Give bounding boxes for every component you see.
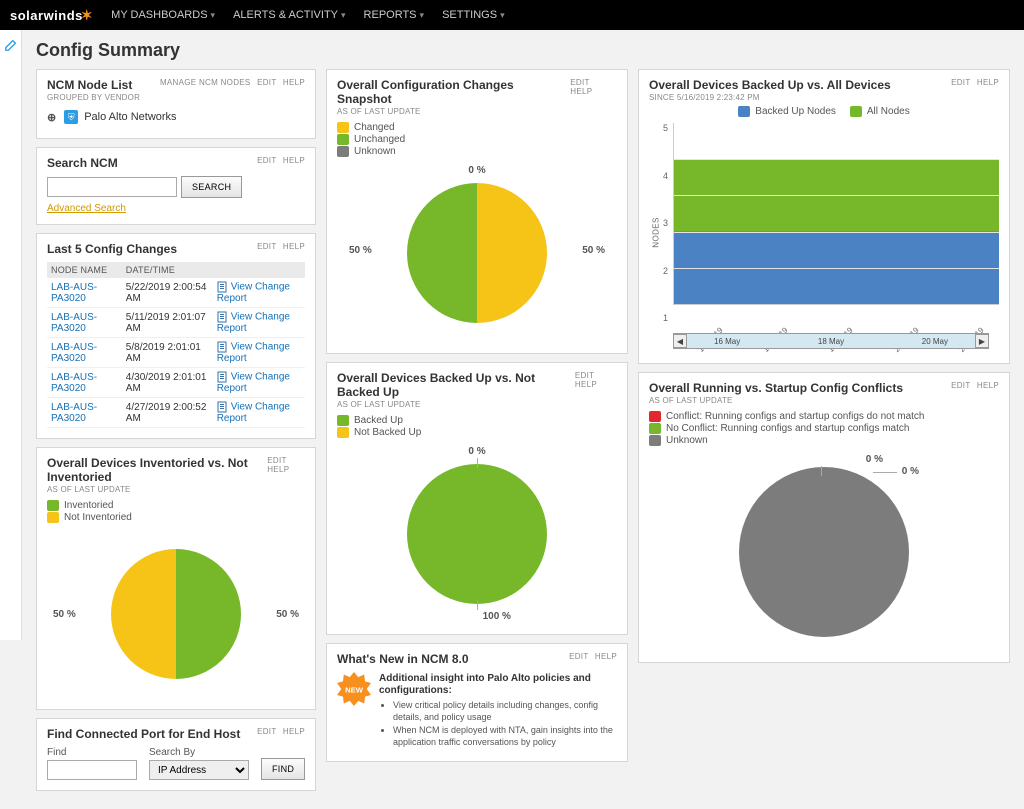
find-button[interactable]: FIND [261,758,305,780]
table-row: LAB-AUS-PA30205/11/2019 2:01:07 AMView C… [47,308,305,338]
area-chart-backedup: NODES 5 4 3 2 1 17/05 [649,123,999,353]
page-title: Config Summary [36,40,1010,61]
panel-search-ncm: Search NCM EDIT HELP SEARCH Advanced Sea… [36,147,316,225]
panel-backedup-all: Overall Devices Backed Up vs. All Device… [638,69,1010,364]
swatch-icon [47,512,59,523]
help-link[interactable]: HELP [977,78,999,87]
panel-title: Find Connected Port for End Host [47,727,240,741]
edit-link[interactable]: EDIT [570,78,589,87]
panel-whats-new: What's New in NCM 8.0 EDIT HELP NEW Addi… [326,643,628,762]
panel-ncm-node-list: NCM Node List GROUPED BY VENDOR MANAGE N… [36,69,316,139]
pie-chart-backedup: 0 % 100 % [337,444,617,624]
panel-title: NCM Node List [47,78,140,92]
table-row: LAB-AUS-PA30204/30/2019 2:01:01 AMView C… [47,368,305,398]
help-link[interactable]: HELP [575,380,597,389]
help-link[interactable]: HELP [283,242,305,251]
top-navbar: solarwinds✶ MY DASHBOARDS ALERTS & ACTIV… [0,0,1024,30]
pie-chart-inventoried: 50 % 50 % [47,529,305,699]
panel-title: Search NCM [47,156,118,170]
report-icon [217,401,229,413]
panel-inventoried: Overall Devices Inventoried vs. Not Inve… [36,447,316,710]
search-input[interactable] [47,177,177,197]
panel-title: Overall Devices Inventoried vs. Not Inve… [47,456,263,484]
help-link[interactable]: HELP [283,156,305,165]
node-link[interactable]: LAB-AUS-PA3020 [51,402,97,424]
page-body: Config Summary NCM Node List GROUPED BY … [22,30,1024,809]
node-link[interactable]: LAB-AUS-PA3020 [51,282,97,304]
report-icon [217,281,229,293]
panel-config-snapshot: Overall Configuration Changes Snapshot A… [326,69,628,354]
edit-sidebar [0,30,22,640]
edit-link[interactable]: EDIT [257,78,276,87]
pie-chart-snapshot: 0 % 50 % 50 % [337,163,617,343]
pie-chart-conflicts: 0 % 0 % [649,452,999,652]
edit-link[interactable]: EDIT [267,456,286,465]
node-link[interactable]: LAB-AUS-PA3020 [51,372,97,394]
advanced-search-link[interactable]: Advanced Search [47,203,126,214]
scroll-left-icon[interactable]: ◀ [673,334,687,348]
swatch-icon [47,500,59,511]
edit-link[interactable]: EDIT [257,242,276,251]
table-row: LAB-AUS-PA30205/22/2019 2:00:54 AMView C… [47,278,305,308]
edit-link[interactable]: EDIT [951,78,970,87]
pencil-icon[interactable] [4,38,18,55]
manage-link[interactable]: MANAGE NCM NODES [160,78,251,87]
edit-link[interactable]: EDIT [575,371,594,380]
panel-last5: Last 5 Config Changes EDIT HELP NODE NAM… [36,233,316,439]
table-row: LAB-AUS-PA30205/8/2019 2:01:01 AMView Ch… [47,338,305,368]
help-link[interactable]: HELP [977,381,999,390]
scroll-right-icon[interactable]: ▶ [975,334,989,348]
svg-text:NEW: NEW [345,685,364,694]
table-row: LAB-AUS-PA30204/27/2019 2:00:52 AMView C… [47,398,305,428]
help-link[interactable]: HELP [595,652,617,661]
edit-link[interactable]: EDIT [951,381,970,390]
vendor-icon: ⛨ [64,110,78,124]
help-link[interactable]: HELP [267,465,289,474]
find-input[interactable] [47,760,137,780]
panel-backedup: Overall Devices Backed Up vs. Not Backed… [326,362,628,635]
help-link[interactable]: HELP [283,78,305,87]
report-icon [217,341,229,353]
search-button[interactable]: SEARCH [181,176,242,198]
nav-settings[interactable]: SETTINGS [442,9,505,21]
list-item[interactable]: ⊕ ⛨ Palo Alto Networks [47,106,305,128]
new-badge-icon: NEW [337,672,371,706]
edit-link[interactable]: EDIT [257,156,276,165]
panel-find-port: Find Connected Port for End Host EDIT HE… [36,718,316,791]
report-icon [217,371,229,383]
searchby-select[interactable]: IP Address [149,760,249,780]
help-link[interactable]: HELP [283,727,305,736]
nav-dashboards[interactable]: MY DASHBOARDS [111,9,215,21]
time-slider[interactable]: ◀ 16 May 18 May 20 May ▶ [673,333,989,349]
edit-link[interactable]: EDIT [257,727,276,736]
panel-title: Last 5 Config Changes [47,242,177,256]
node-link[interactable]: LAB-AUS-PA3020 [51,312,97,334]
node-link[interactable]: LAB-AUS-PA3020 [51,342,97,364]
panel-conflicts: Overall Running vs. Startup Config Confl… [638,372,1010,663]
nav-alerts[interactable]: ALERTS & ACTIVITY [233,9,345,21]
edit-link[interactable]: EDIT [569,652,588,661]
nav-reports[interactable]: REPORTS [364,9,425,21]
config-table: NODE NAME DATE/TIME LAB-AUS-PA30205/22/2… [47,262,305,428]
help-link[interactable]: HELP [570,87,592,96]
logo: solarwinds✶ [10,7,93,24]
expand-icon[interactable]: ⊕ [47,111,56,124]
logo-icon: ✶ [81,7,93,23]
report-icon [217,311,229,323]
